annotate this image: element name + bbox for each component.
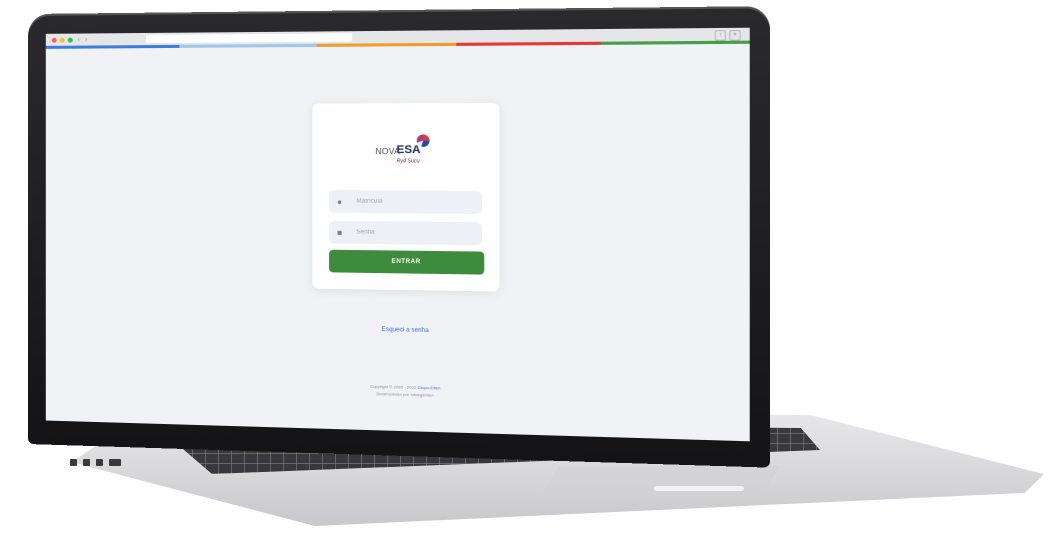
user-icon: ● [337,196,343,207]
laptop-mockup: ‹ › ↑ + NOVA ESA Ry4 Sucu ● Matrícula ■ … [0,0,1051,535]
window-minimize-button[interactable] [59,37,65,43]
color-strip-segment [179,43,317,48]
laptop-front-notch [654,486,744,491]
add-tab-icon[interactable]: + [729,29,741,41]
chevron-left-icon[interactable]: ‹ [78,36,80,43]
laptop-ports [70,459,121,466]
username-input[interactable] [350,197,476,207]
color-strip-segment [45,44,180,49]
footer-brand-link[interactable]: Grupo Elfen [417,385,440,391]
login-button[interactable]: ENTRAR [329,249,485,275]
color-strip-segment [456,41,602,46]
browser-actions: ↑ + [714,29,741,41]
globe-icon [416,134,430,147]
forgot-password-link[interactable]: Esqueci a senha [352,326,458,334]
page-footer: Copyright © 2005 - 2022 Grupo Elfen Dese… [321,381,491,400]
lock-icon: ■ [337,227,343,237]
window-close-button[interactable] [51,37,57,43]
window-maximize-button[interactable] [67,37,73,43]
laptop-trackpad [540,466,780,496]
logo-subtitle: Ry4 Sucu [396,158,420,165]
address-bar[interactable] [145,33,353,44]
laptop-screen: ‹ › ↑ + NOVA ESA Ry4 Sucu ● Matrícula ■ … [45,27,750,442]
color-strip-segment [316,42,457,47]
color-strip-segment [601,40,750,45]
logo-esa-text: ESA [396,143,421,157]
port [70,459,77,466]
nova-esa-logo: NOVA ESA Ry4 Sucu [373,132,437,170]
laptop-bezel: ‹ › ↑ + NOVA ESA Ry4 Sucu ● Matrícula ■ … [28,6,771,468]
username-field[interactable]: ● [329,189,483,214]
share-icon[interactable]: ↑ [714,30,726,41]
login-card: NOVA ESA Ry4 Sucu ● ■ ENTRAR [312,103,500,292]
port [83,459,90,466]
port [96,459,103,466]
password-input[interactable] [350,228,476,238]
password-field[interactable]: ■ [329,220,483,246]
port [109,459,121,466]
chevron-right-icon[interactable]: › [85,36,87,43]
